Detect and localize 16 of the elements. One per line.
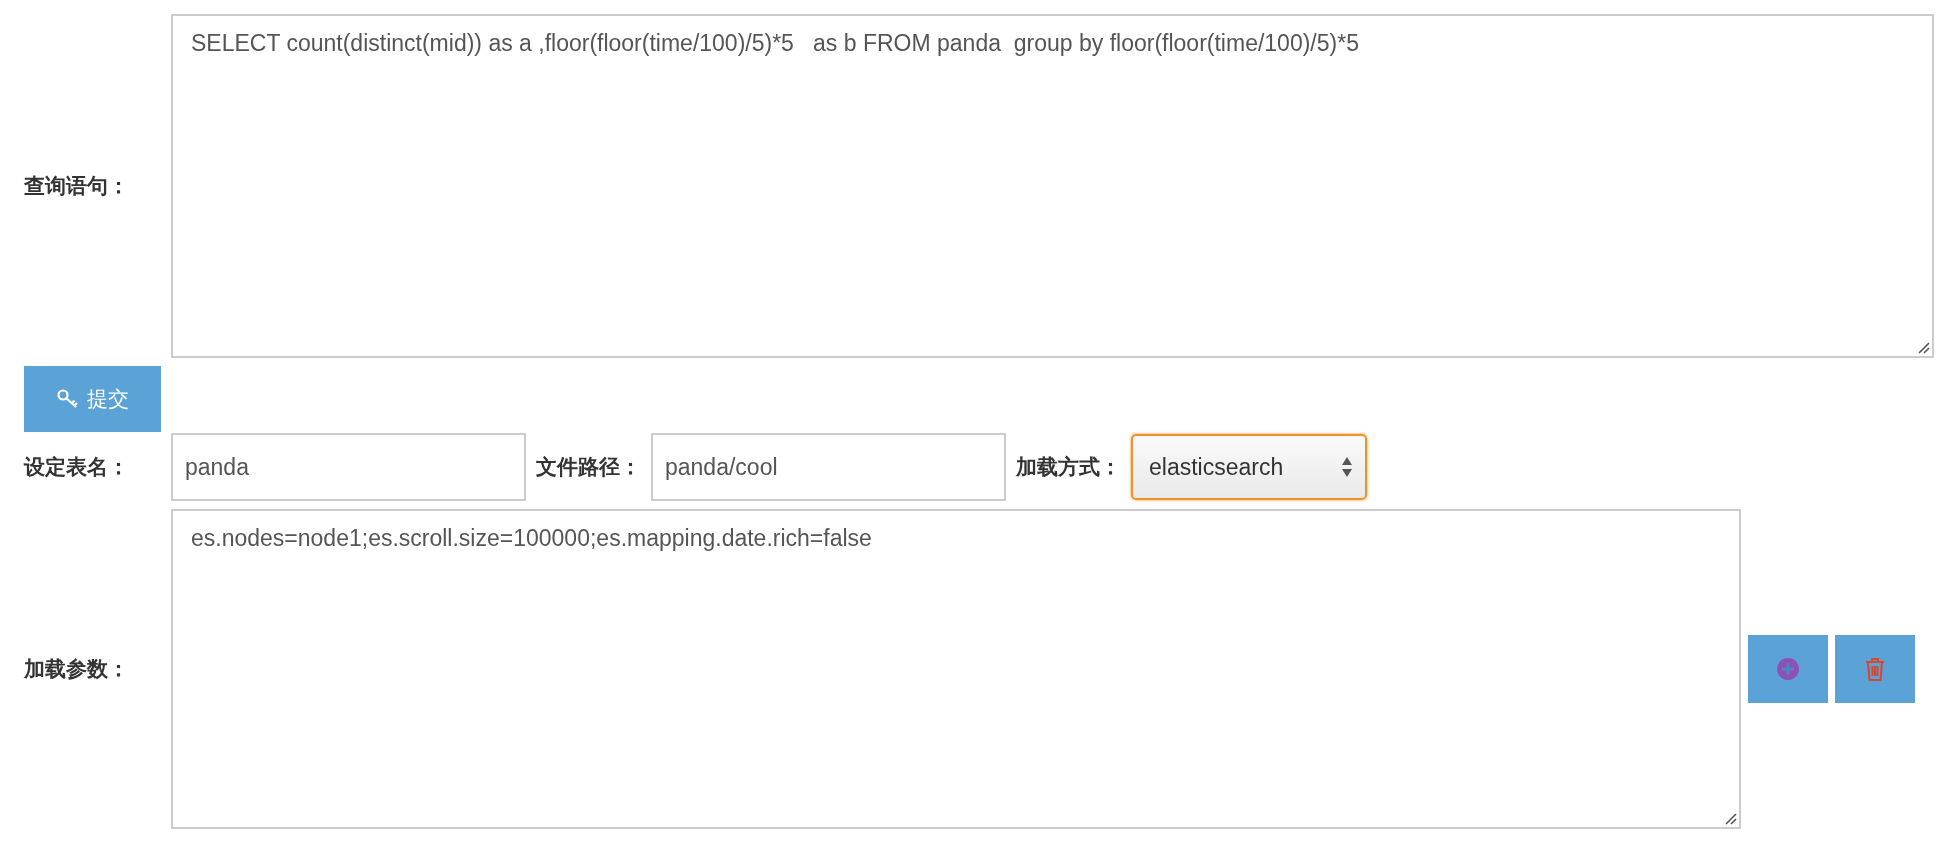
key-icon <box>56 389 79 409</box>
field-label: 加载参数： <box>24 656 129 683</box>
updown-arrows-icon <box>1341 456 1353 478</box>
field-label: 设定表名： <box>24 454 129 481</box>
load-params-textarea[interactable]: es.nodes=node1;es.scroll.size=100000;es.mapping.date.rich=false <box>171 509 1741 829</box>
load-method-select[interactable]: elasticsearch <box>1131 434 1367 500</box>
resize-grip-icon[interactable] <box>1725 813 1737 825</box>
resize-grip-icon[interactable] <box>1918 342 1930 354</box>
trash-icon <box>1865 657 1885 681</box>
field-label: 文件路径： <box>536 454 641 481</box>
plus-circle-icon <box>1777 658 1799 680</box>
query-textarea[interactable]: SELECT count(distinct(mid)) as a ,floor(floor(time/100)/5)*5 as b FROM panda group by floor(floor(time/100)/5)*5 <box>171 14 1934 358</box>
field-label: 加载方式： <box>1016 454 1121 481</box>
field-label: 查询语句： <box>24 173 129 200</box>
file-path-field[interactable]: panda/cool <box>651 433 1006 501</box>
table-name-field[interactable]: panda <box>171 433 526 501</box>
